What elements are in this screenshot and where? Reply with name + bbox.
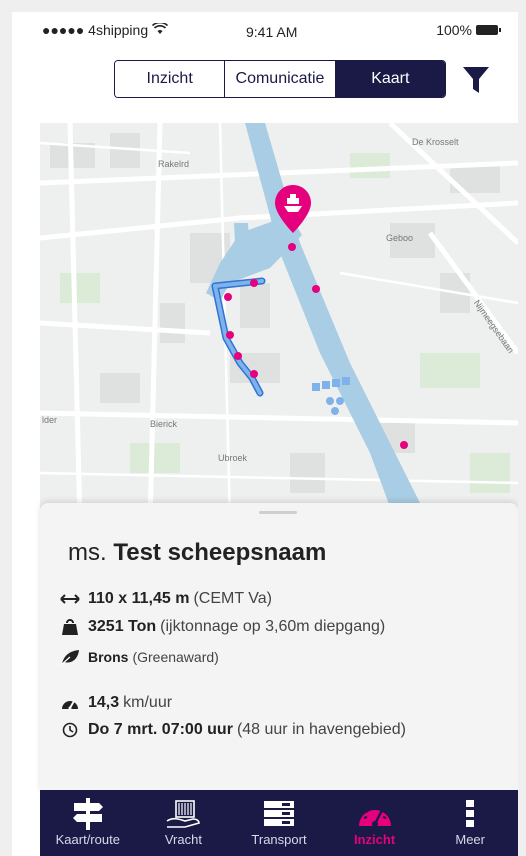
- tab-kaart-route[interactable]: Kaart/route: [40, 790, 136, 856]
- map-canvas: [40, 123, 518, 523]
- tab-kaart-route-label: Kaart/route: [55, 832, 120, 847]
- map-label-gebou: Geboo: [386, 233, 414, 243]
- segment-comunicatie[interactable]: Comunicatie: [225, 61, 336, 97]
- bottom-tab-bar: Kaart/route Vracht Transport Inzicht Mee…: [40, 790, 518, 856]
- battery-percentage: 100%: [436, 22, 472, 38]
- signpost-icon: [66, 796, 110, 832]
- ship-name: Test scheepsnaam: [113, 539, 327, 566]
- ship-dimensions: 110 x 11,45 m: [88, 590, 190, 607]
- clock-icon: [60, 720, 80, 740]
- ship-dimensions-note: (CEMT Va): [193, 590, 272, 607]
- ship-award: Brons: [88, 649, 129, 665]
- battery-icon: [476, 25, 501, 35]
- tab-inzicht-label: Inzicht: [353, 832, 396, 847]
- ship-eta: Do 7 mrt. 07:00 uur: [88, 721, 233, 738]
- filter-funnel-icon: [463, 67, 489, 93]
- ship-speed-unit: km/uur: [123, 694, 173, 711]
- sheet-grabber[interactable]: [259, 511, 297, 514]
- ship-dimensions-row: 110 x 11,45 m (CEMT Va): [60, 589, 272, 609]
- phone-screen: ●●●●● 4shipping 9:41 AM 100% Inzicht Com…: [12, 12, 518, 856]
- speed-gauge-icon: [60, 693, 80, 713]
- tab-transport-label: Transport: [251, 832, 307, 847]
- dimensions-arrows-icon: [60, 589, 80, 609]
- cargo-hand-icon: [161, 796, 205, 832]
- map-label-ubroek: Ubroek: [218, 453, 248, 463]
- ship-tonnage-note: (ijktonnage op 3,60m diepgang): [160, 618, 386, 635]
- view-segmented-control: Inzicht Comunicatie Kaart: [114, 60, 446, 98]
- carrier-info: ●●●●● 4shipping: [42, 21, 169, 38]
- tab-meer-label: Meer: [455, 832, 485, 847]
- tab-vracht[interactable]: Vracht: [136, 790, 232, 856]
- ship-eta-note: (48 uur in havengebied): [236, 721, 406, 738]
- clock: 9:41 AM: [246, 24, 298, 40]
- ship-info-sheet[interactable]: ms. Test scheepsnaam 110 x 11,45 m (CEMT…: [40, 503, 518, 793]
- wifi-icon: [152, 21, 169, 38]
- segment-inzicht[interactable]: Inzicht: [115, 61, 226, 97]
- ship-eta-row: Do 7 mrt. 07:00 uur (48 uur in havengebi…: [60, 720, 406, 740]
- map-view[interactable]: Rakelrd De Krosselt Geboo Nijmeegsebaan …: [40, 123, 518, 523]
- more-dots-icon: [448, 796, 492, 832]
- map-label-de-krosselt: De Krosselt: [412, 137, 459, 147]
- ship-award-note: (Greenaward): [132, 649, 219, 665]
- battery-status: 100%: [436, 22, 501, 38]
- tab-vracht-label: Vracht: [164, 832, 202, 847]
- ship-award-row: Brons (Greenaward): [60, 647, 219, 667]
- map-label-lder: lder: [42, 415, 58, 425]
- ship-speed: 14,3: [88, 694, 120, 711]
- tab-inzicht[interactable]: Inzicht: [327, 790, 423, 856]
- ship-tonnage-row: 3251 Ton (ijktonnage op 3,60m diepgang): [60, 617, 385, 637]
- ship-tonnage: 3251 Ton: [88, 618, 157, 635]
- ship-prefix: ms.: [68, 539, 107, 566]
- ship-title: ms. Test scheepsnaam: [68, 539, 326, 567]
- carrier-label: ●●●●● 4shipping: [42, 22, 149, 38]
- leaf-icon: [60, 647, 80, 667]
- tab-meer[interactable]: Meer: [422, 790, 518, 856]
- speedometer-icon: [353, 796, 397, 832]
- map-label-bierick: Bierick: [150, 419, 178, 429]
- filter-button[interactable]: [458, 62, 494, 98]
- transport-list-icon: [257, 796, 301, 832]
- ship-speed-row: 14,3 km/uur: [60, 693, 172, 713]
- status-bar: ●●●●● 4shipping 9:41 AM 100%: [12, 12, 518, 50]
- map-label-rakelrd: Rakelrd: [158, 159, 190, 169]
- weight-bag-icon: [60, 617, 80, 637]
- tab-transport[interactable]: Transport: [231, 790, 327, 856]
- segment-kaart[interactable]: Kaart: [335, 61, 445, 97]
